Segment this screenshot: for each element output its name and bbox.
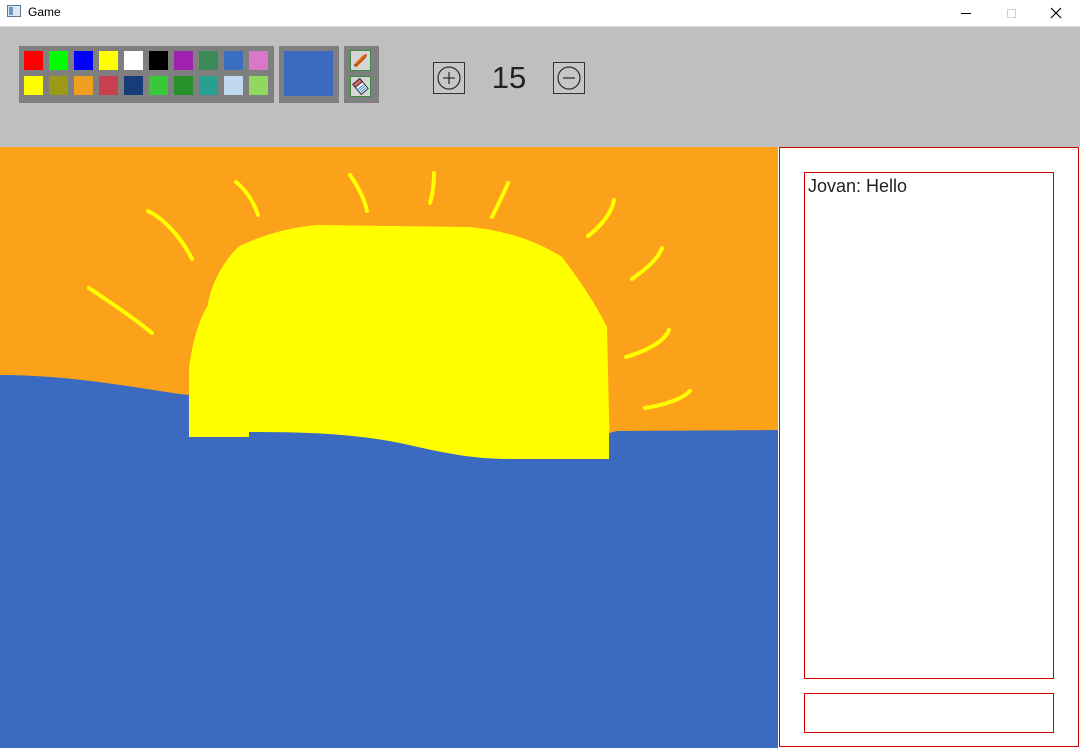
- maximize-icon: [1006, 8, 1016, 18]
- color-swatch[interactable]: [24, 76, 43, 95]
- drawn-sun: [189, 225, 610, 459]
- color-swatch[interactable]: [149, 76, 168, 95]
- color-swatch[interactable]: [149, 51, 168, 70]
- color-swatch[interactable]: [24, 51, 43, 70]
- color-swatch[interactable]: [199, 51, 218, 70]
- color-swatch[interactable]: [99, 76, 118, 95]
- brush-size-value: 15: [491, 60, 527, 95]
- app-icon: [7, 5, 21, 17]
- color-swatch[interactable]: [249, 51, 268, 70]
- minus-circle-icon: [557, 66, 581, 90]
- color-palette: [19, 46, 274, 103]
- color-swatch[interactable]: [224, 76, 243, 95]
- color-swatch[interactable]: [174, 51, 193, 70]
- minimize-icon: [961, 12, 971, 14]
- color-swatch[interactable]: [124, 51, 143, 70]
- drawing-canvas[interactable]: [0, 147, 778, 748]
- chat-input[interactable]: [804, 693, 1054, 733]
- close-icon: [1050, 7, 1062, 19]
- minimize-button[interactable]: [943, 0, 989, 26]
- window-title: Game: [28, 5, 61, 19]
- current-color-swatch: [284, 51, 333, 96]
- color-swatch[interactable]: [49, 76, 68, 95]
- color-swatch[interactable]: [224, 51, 243, 70]
- decrease-size-button[interactable]: [553, 62, 585, 94]
- maximize-button[interactable]: [988, 0, 1034, 26]
- pencil-icon: [353, 54, 367, 68]
- color-swatch[interactable]: [249, 76, 268, 95]
- eraser-tool-button[interactable]: [350, 76, 371, 97]
- color-swatch[interactable]: [49, 51, 68, 70]
- color-swatch[interactable]: [99, 51, 118, 70]
- color-swatch[interactable]: [74, 76, 93, 95]
- toolbar: 15: [0, 27, 1080, 147]
- current-color-frame: [279, 46, 339, 103]
- plus-circle-icon: [437, 66, 461, 90]
- chat-message: Jovan: Hello: [808, 176, 908, 196]
- color-swatch[interactable]: [174, 76, 193, 95]
- eraser-icon: [352, 77, 369, 96]
- color-swatch[interactable]: [199, 76, 218, 95]
- chat-panel: Jovan: Hello: [779, 147, 1079, 747]
- color-swatch[interactable]: [74, 51, 93, 70]
- color-swatch[interactable]: [124, 76, 143, 95]
- title-bar: Game: [0, 0, 1080, 27]
- tools-panel: [344, 46, 379, 103]
- close-button[interactable]: [1033, 0, 1079, 26]
- pencil-tool-button[interactable]: [350, 50, 371, 71]
- increase-size-button[interactable]: [433, 62, 465, 94]
- chat-log[interactable]: Jovan: Hello: [804, 172, 1054, 679]
